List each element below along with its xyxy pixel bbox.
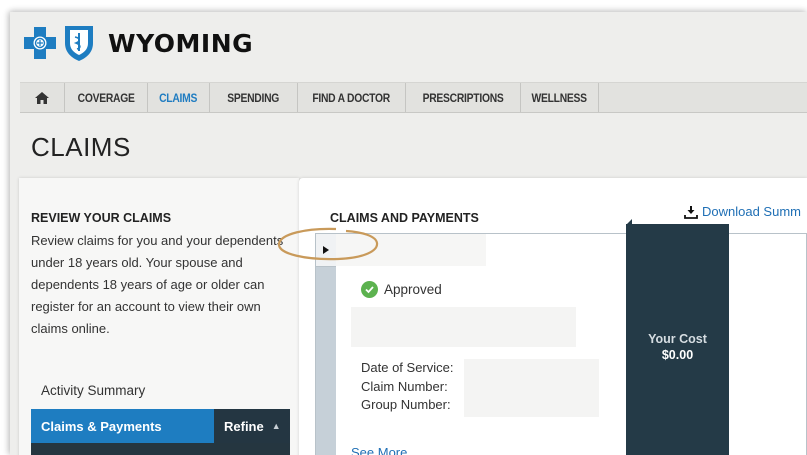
- claim-status-text: Approved: [384, 282, 442, 297]
- date-of-service-label: Date of Service:: [361, 360, 454, 375]
- nav-claims[interactable]: CLAIMS: [148, 83, 210, 112]
- nav-coverage[interactable]: COVERAGE: [65, 83, 148, 112]
- blue-shield-icon: [62, 23, 96, 63]
- nav-spending[interactable]: SPENDING: [210, 83, 298, 112]
- brand-name: WYOMING: [108, 28, 254, 58]
- claim-provider-placeholder: [351, 307, 576, 347]
- claims-payments-label: Claims & Payments: [41, 418, 162, 434]
- review-claims-description: Review claims for you and your dependent…: [31, 233, 284, 336]
- activity-summary-heading: Activity Summary: [41, 383, 146, 398]
- nav-find-a-doctor[interactable]: FIND A DOCTOR: [298, 83, 406, 112]
- home-icon: [35, 91, 49, 104]
- nav-prescriptions[interactable]: PRESCRIPTIONS: [406, 83, 521, 112]
- claims-payments-bar[interactable]: Claims & Payments Refine ▲: [31, 409, 290, 443]
- download-summary-link[interactable]: Download Summ: [684, 204, 801, 219]
- claim-row-header: [336, 234, 486, 266]
- see-more-link[interactable]: See More: [351, 445, 407, 455]
- main-nav: COVERAGE CLAIMS SPENDING FIND A DOCTOR P…: [20, 82, 807, 113]
- your-cost-column: Your Cost $0.00: [626, 224, 729, 455]
- expand-claim-button[interactable]: [316, 234, 336, 267]
- claim-values-placeholder: [464, 359, 599, 417]
- nav-home[interactable]: [20, 83, 65, 112]
- review-claims-panel: REVIEW YOUR CLAIMS Review claims for you…: [19, 178, 299, 455]
- claim-status: Approved: [361, 281, 442, 298]
- brand-logo[interactable]: WYOMING: [22, 20, 253, 66]
- review-claims-heading: REVIEW YOUR CLAIMS: [31, 211, 172, 225]
- activity-summary-body: [31, 443, 290, 455]
- page-title: CLAIMS: [31, 132, 131, 162]
- group-number-label: Group Number:: [361, 397, 451, 412]
- your-cost-label: Your Cost: [648, 332, 707, 346]
- claim-field-labels: Date of Service: Claim Number: Group Num…: [361, 359, 454, 415]
- claim-card-stripe: [316, 234, 336, 455]
- download-icon: [684, 205, 698, 219]
- blue-cross-icon: [22, 25, 58, 61]
- claims-payments-heading: CLAIMS AND PAYMENTS: [330, 211, 479, 225]
- claims-payments-panel: CLAIMS AND PAYMENTS Download Summ Approv…: [299, 178, 807, 455]
- your-cost-value: $0.00: [661, 348, 694, 362]
- caret-right-icon: [323, 246, 329, 254]
- claim-card: Approved Date of Service: Claim Number: …: [315, 233, 807, 455]
- sort-chevrons-icon: ▲: [271, 421, 281, 431]
- refine-label: Refine: [224, 418, 264, 434]
- app-window: WYOMING COVERAGE CLAIMS SPENDING FIND A …: [10, 12, 807, 455]
- refine-button[interactable]: Refine ▲: [214, 409, 290, 443]
- nav-wellness[interactable]: WELLNESS: [521, 83, 599, 112]
- check-circle-icon: [361, 281, 378, 298]
- claim-number-label: Claim Number:: [361, 378, 448, 394]
- download-summary-label: Download Summ: [702, 204, 801, 219]
